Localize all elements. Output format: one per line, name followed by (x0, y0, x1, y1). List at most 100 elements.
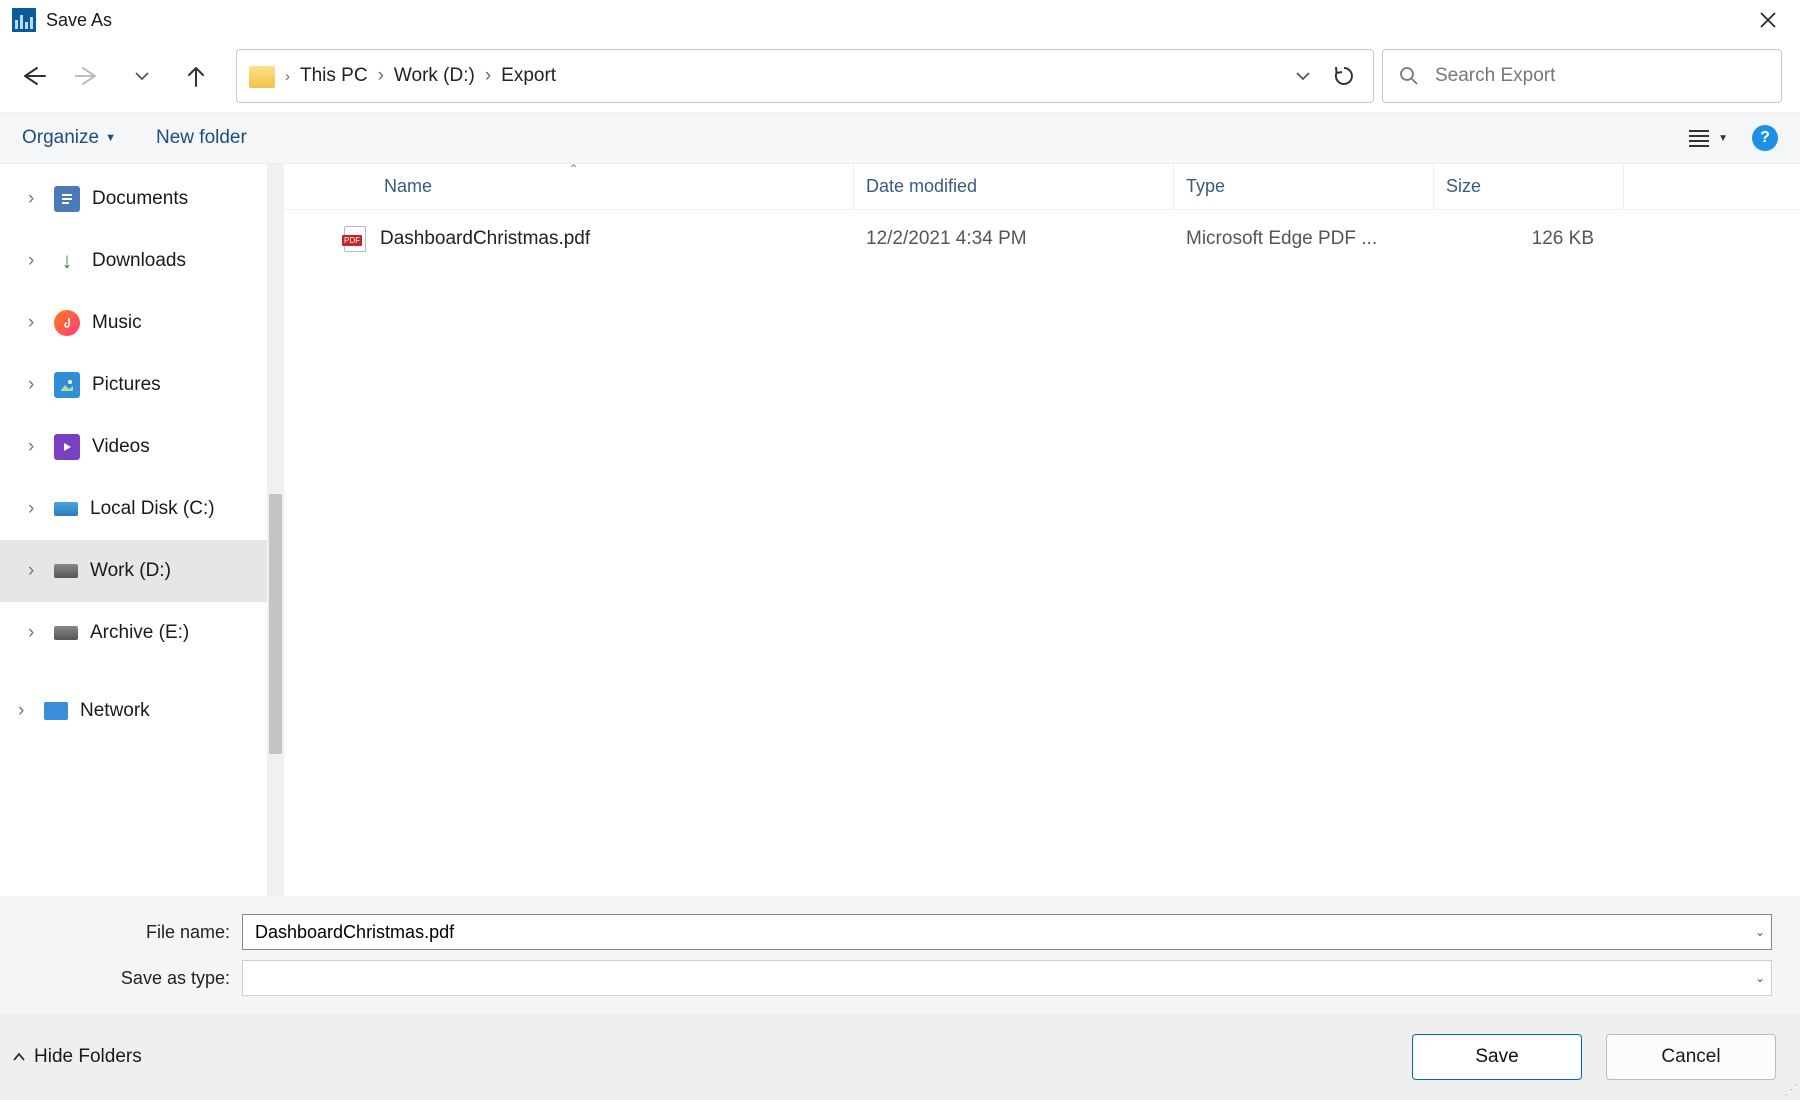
address-dropdown[interactable] (1295, 70, 1311, 82)
breadcrumb-folder[interactable]: Export (501, 65, 556, 87)
filename-field-wrapper[interactable]: ⌄ (242, 914, 1772, 950)
pictures-icon (54, 372, 80, 398)
organize-menu[interactable]: Organize ▼ (22, 127, 116, 149)
chevron-right-icon: › (28, 622, 42, 644)
breadcrumb-drive[interactable]: Work (D:) (394, 65, 475, 87)
sidebar-item-label: Downloads (92, 250, 186, 272)
folder-icon (249, 66, 275, 88)
filename-input[interactable] (253, 921, 1761, 944)
new-folder-button[interactable]: New folder (156, 127, 247, 149)
chevron-right-icon: › (285, 68, 290, 85)
action-bar: Hide Folders Save Cancel ⋰ (0, 1014, 1800, 1100)
history-dropdown[interactable] (128, 62, 156, 90)
chevron-right-icon: › (28, 436, 42, 458)
arrow-up-icon (186, 64, 206, 88)
hide-folders-label: Hide Folders (34, 1046, 142, 1068)
toolbar: Organize ▼ New folder ▼ ? (0, 112, 1800, 164)
drive-icon (54, 564, 78, 578)
search-box[interactable] (1382, 49, 1782, 103)
up-button[interactable] (182, 62, 210, 90)
save-inputs: File name: ⌄ Save as type: ⌄ (0, 896, 1800, 1014)
network-icon (44, 702, 68, 720)
sidebar-item-work-d[interactable]: › Work (D:) (0, 540, 284, 602)
titlebar: Save As (0, 0, 1800, 40)
save-as-type-field[interactable]: ⌄ (242, 960, 1772, 996)
sidebar-scrollbar[interactable] (267, 164, 284, 896)
downloads-icon: ↓ (54, 248, 80, 274)
list-view-icon (1688, 129, 1710, 147)
chevron-right-icon: › (485, 65, 491, 87)
sidebar-item-downloads[interactable]: › ↓ Downloads (0, 230, 284, 292)
drive-icon (54, 626, 78, 640)
file-type: Microsoft Edge PDF ... (1174, 228, 1434, 250)
music-icon (54, 310, 80, 336)
column-type[interactable]: Type (1174, 164, 1434, 209)
window-title: Save As (46, 10, 112, 31)
column-name[interactable]: ⌃ Name (284, 164, 854, 209)
sidebar-item-archive-e[interactable]: › Archive (E:) (0, 602, 284, 664)
breadcrumb-root[interactable]: This PC (300, 65, 368, 87)
search-input[interactable] (1433, 64, 1765, 88)
resize-grip[interactable]: ⋰ (1784, 1081, 1796, 1098)
documents-icon (54, 186, 80, 212)
navigation-row: › This PC › Work (D:) › Export (0, 40, 1800, 112)
help-button[interactable]: ? (1752, 125, 1778, 151)
pdf-file-icon (344, 226, 366, 252)
search-icon (1399, 66, 1419, 86)
chevron-right-icon: › (28, 498, 42, 520)
back-button[interactable] (20, 62, 48, 90)
sidebar-item-label: Network (80, 700, 150, 722)
file-row[interactable]: DashboardChristmas.pdf 12/2/2021 4:34 PM… (284, 210, 1800, 268)
cancel-button[interactable]: Cancel (1606, 1034, 1776, 1080)
sidebar-item-label: Videos (92, 436, 150, 458)
scrollbar-thumb[interactable] (269, 494, 282, 754)
sort-ascending-icon: ⌃ (569, 162, 579, 176)
sidebar-item-music[interactable]: › Music (0, 292, 284, 354)
save-as-type-label: Save as type: (0, 968, 230, 989)
filename-dropdown[interactable]: ⌄ (1755, 925, 1765, 939)
sidebar-item-label: Pictures (92, 374, 161, 396)
view-options[interactable]: ▼ (1688, 129, 1728, 147)
chevron-down-icon (134, 70, 150, 82)
refresh-button[interactable] (1333, 65, 1355, 87)
save-as-type-input[interactable] (253, 967, 1761, 990)
close-button[interactable] (1748, 2, 1788, 38)
sidebar-item-label: Music (92, 312, 142, 334)
caret-down-icon: ▼ (105, 132, 116, 144)
type-dropdown[interactable]: ⌄ (1755, 971, 1765, 985)
close-icon (1759, 11, 1777, 29)
filename-label: File name: (0, 922, 230, 943)
forward-button[interactable] (74, 62, 102, 90)
drive-icon (54, 502, 78, 516)
hide-folders-button[interactable]: Hide Folders (12, 1046, 142, 1068)
sidebar-item-documents[interactable]: › Documents (0, 168, 284, 230)
sidebar-item-label: Work (D:) (90, 560, 171, 582)
chevron-right-icon: › (18, 700, 32, 722)
refresh-icon (1333, 65, 1355, 87)
save-button[interactable]: Save (1412, 1034, 1582, 1080)
sidebar-item-label: Local Disk (C:) (90, 498, 215, 520)
sidebar-item-label: Archive (E:) (90, 622, 189, 644)
chevron-right-icon: › (28, 374, 42, 396)
file-name: DashboardChristmas.pdf (380, 228, 590, 250)
sidebar-item-videos[interactable]: › Videos (0, 416, 284, 478)
sidebar-item-label: Documents (92, 188, 188, 210)
file-pane: ⌃ Name Date modified Type Size Dashboard… (284, 164, 1800, 896)
app-icon (12, 8, 36, 32)
sidebar: › Documents › ↓ Downloads › Music › Pict… (0, 164, 284, 896)
column-date[interactable]: Date modified (854, 164, 1174, 209)
sidebar-item-network[interactable]: › Network (0, 680, 284, 742)
chevron-right-icon: › (378, 65, 384, 87)
sidebar-item-pictures[interactable]: › Pictures (0, 354, 284, 416)
arrow-left-icon (21, 66, 47, 86)
organize-label: Organize (22, 127, 99, 149)
column-name-label: Name (384, 176, 432, 197)
videos-icon (54, 434, 80, 460)
caret-down-icon: ▼ (1718, 133, 1728, 144)
chevron-right-icon: › (28, 560, 42, 582)
chevron-down-icon (1295, 70, 1311, 82)
sidebar-item-local-disk-c[interactable]: › Local Disk (C:) (0, 478, 284, 540)
address-bar[interactable]: › This PC › Work (D:) › Export (236, 49, 1374, 103)
file-date: 12/2/2021 4:34 PM (854, 228, 1174, 250)
column-size[interactable]: Size (1434, 164, 1624, 209)
